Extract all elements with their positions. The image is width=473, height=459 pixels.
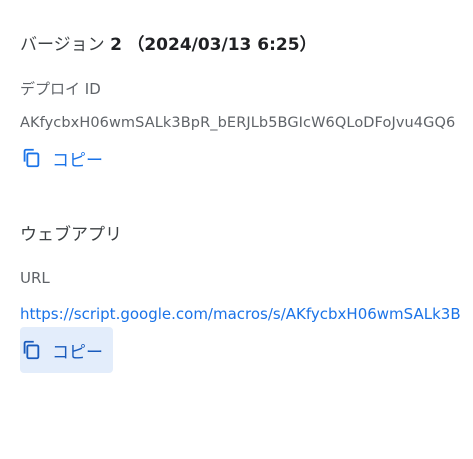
deployment-details-panel: バージョン 2 （2024/03/13 6:25） デプロイ ID AKfycb… — [0, 0, 473, 459]
copy-icon — [20, 339, 42, 361]
version-date: （2024/03/13 6:25） — [127, 35, 317, 55]
copy-deploy-id-button[interactable]: コピー — [20, 135, 113, 181]
copy-deploy-id-label: コピー — [52, 150, 103, 171]
webapp-url-link[interactable]: https://script.google.com/macros/s/AKfyc… — [20, 305, 461, 323]
version-prefix: バージョン — [20, 35, 105, 55]
webapp-section-title: ウェブアプリ — [20, 225, 122, 245]
url-label: URL — [20, 269, 50, 287]
version-title: バージョン 2 （2024/03/13 6:25） — [20, 30, 317, 55]
deploy-id-value: AKfycbxH06wmSALk3BpR_bERJLb5BGIcW6QLoDFo… — [20, 115, 456, 131]
copy-icon — [20, 147, 42, 169]
copy-url-label: コピー — [52, 342, 103, 363]
version-number: 2 — [110, 35, 122, 55]
copy-url-button[interactable]: コピー — [20, 327, 113, 373]
deploy-id-label: デプロイ ID — [20, 80, 101, 98]
